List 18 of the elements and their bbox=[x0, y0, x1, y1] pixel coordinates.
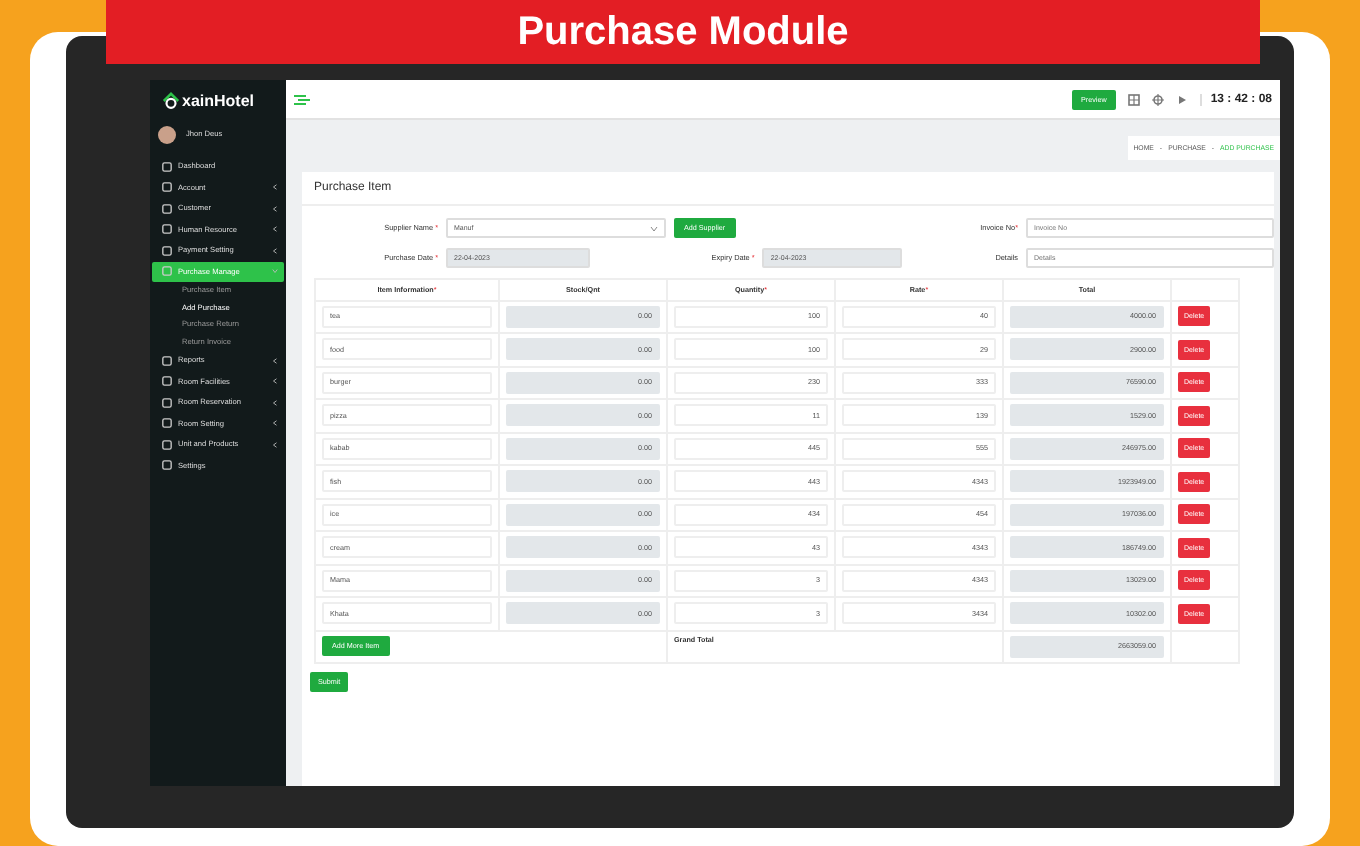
chevron-icon bbox=[272, 247, 278, 254]
play-icon[interactable] bbox=[1176, 93, 1189, 105]
chevron-icon bbox=[272, 441, 278, 448]
title-banner: Purchase Module bbox=[106, 0, 1260, 64]
chevron-icon bbox=[272, 378, 278, 385]
chevron-icon bbox=[272, 357, 278, 364]
chevron-icon bbox=[272, 226, 278, 233]
crosshair-icon[interactable] bbox=[1152, 93, 1165, 105]
chevron-icon bbox=[272, 184, 278, 191]
grid-icon[interactable] bbox=[1128, 93, 1141, 105]
chevron-icon bbox=[272, 399, 278, 406]
caret-icon bbox=[650, 225, 658, 231]
chevron-icon bbox=[272, 420, 278, 427]
chevron-icon bbox=[272, 268, 278, 275]
chevron-icon bbox=[272, 205, 278, 212]
logo-text: xainHotel bbox=[182, 91, 255, 109]
house-logo-icon bbox=[162, 91, 180, 109]
avatar bbox=[158, 125, 176, 143]
